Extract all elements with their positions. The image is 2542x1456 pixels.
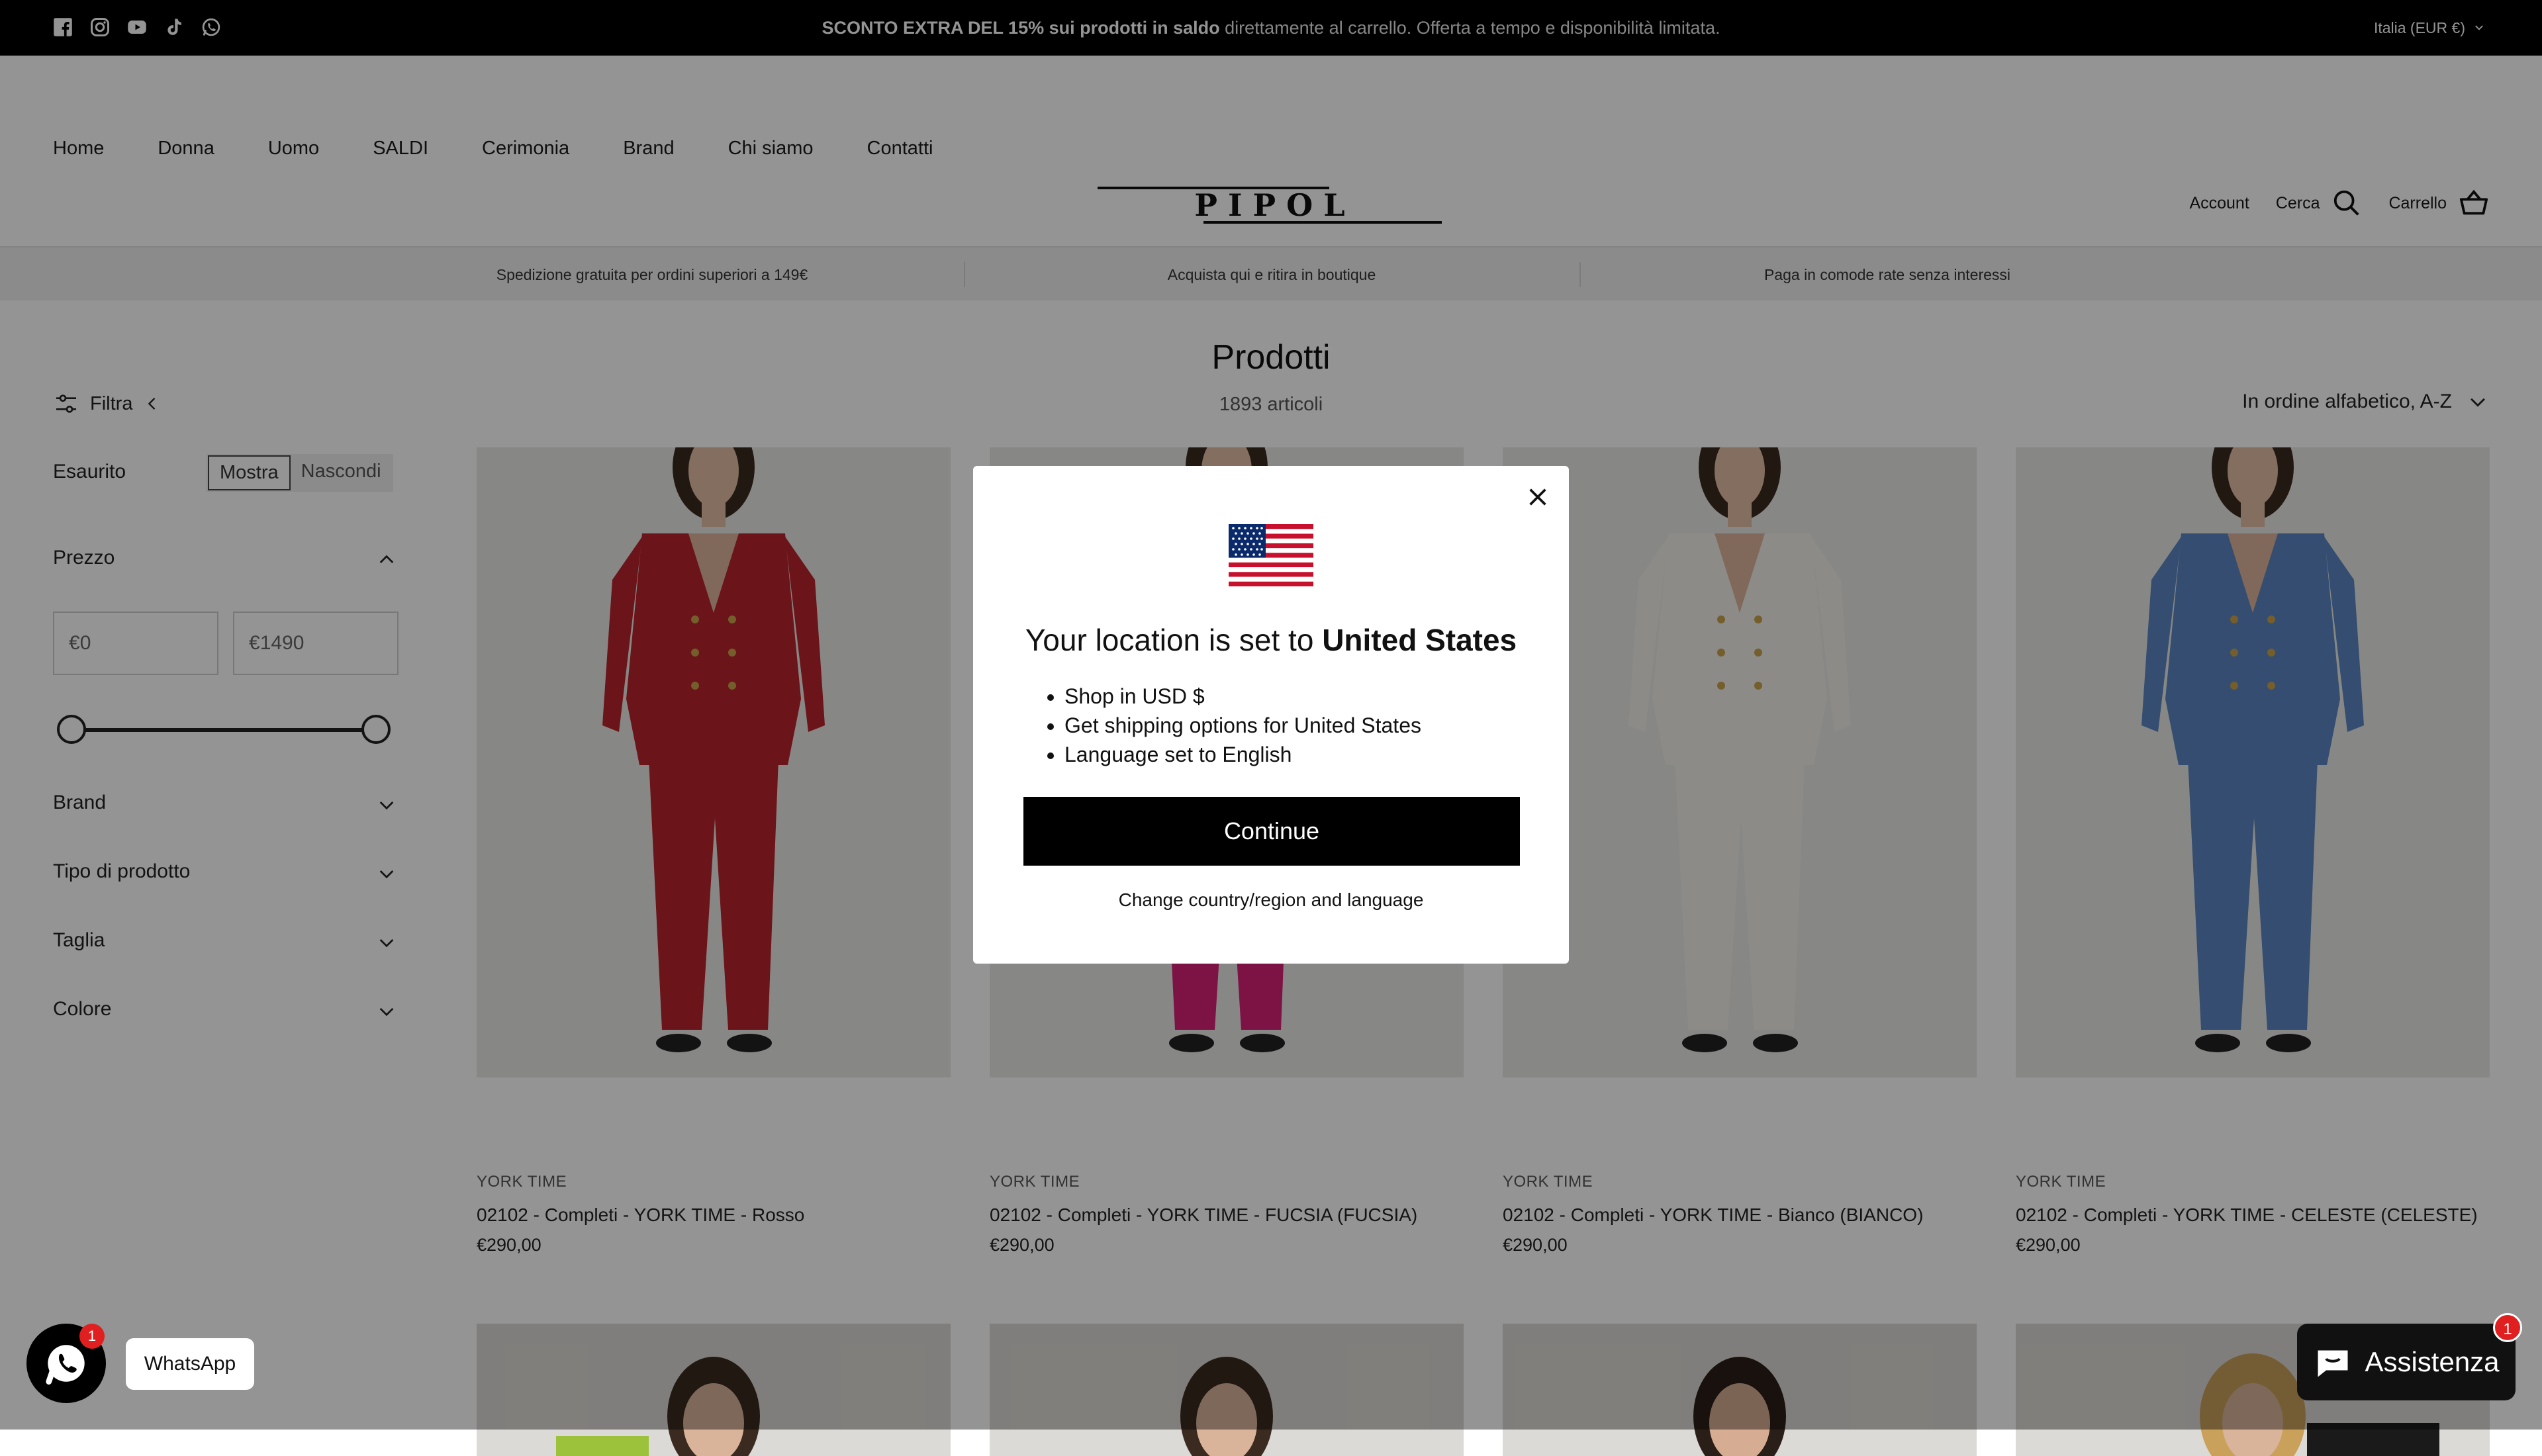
modal-bullet: Language set to English [1064,740,1421,769]
close-icon [1529,488,1546,506]
chat-bubble-icon [2318,1350,2348,1377]
us-flag-icon [1229,524,1313,586]
assistance-badge: 1 [2493,1313,2522,1342]
modal-title: Your location is set to United States [973,622,1569,658]
assistance-chat-button[interactable]: Assistenza [2297,1324,2516,1400]
whatsapp-icon [46,1345,85,1385]
assistance-label: Assistenza [2365,1346,2500,1377]
location-modal: Your location is set to United States Sh… [973,466,1569,964]
whatsapp-badge: 1 [79,1324,105,1349]
modal-close-button[interactable] [1520,479,1556,515]
change-region-link[interactable]: Change country/region and language [973,889,1569,911]
modal-bullet: Get shipping options for United States [1064,711,1421,740]
whatsapp-label[interactable]: WhatsApp [126,1338,254,1390]
continue-button[interactable]: Continue [1023,797,1520,866]
modal-title-country: United States [1322,623,1517,657]
modal-bullet-list: Shop in USD $ Get shipping options for U… [1043,682,1421,769]
modal-title-prefix: Your location is set to [1025,623,1323,657]
modal-bullet: Shop in USD $ [1064,682,1421,711]
